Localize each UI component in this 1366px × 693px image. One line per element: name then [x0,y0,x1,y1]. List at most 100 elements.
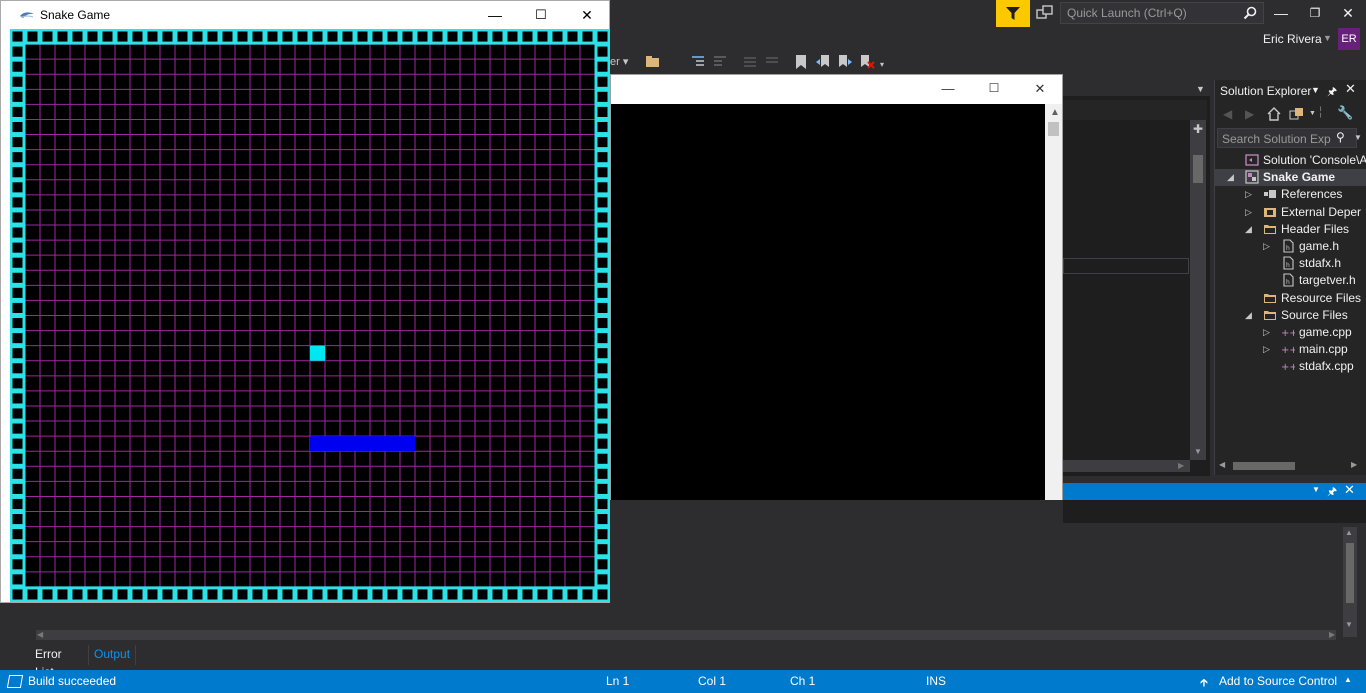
solution-explorer-hscrollbar[interactable]: ◀ ▶ [1215,460,1366,472]
next-bookmark-icon[interactable] [837,54,853,70]
wall-cell [579,586,596,602]
status-insert-mode[interactable]: INS [926,674,946,688]
output-options-chevron-icon[interactable]: ▼ [1312,485,1320,494]
solution-search-input[interactable]: Search Solution Exp ⚲ [1217,128,1357,148]
pin-icon[interactable]: 🖈 [1327,83,1337,102]
folder-icon [1263,222,1277,236]
tree-item[interactable]: h targetver.h [1215,272,1366,289]
output-horizontal-scrollbar[interactable] [36,630,1336,640]
output-scroll-up-icon[interactable]: ▲ [1345,528,1353,537]
tab-error-list[interactable]: Error List [30,645,67,679]
bookmark-icon[interactable] [793,54,809,70]
tab-output[interactable]: Output [88,645,137,665]
output-panel-header[interactable]: ▼ 🖈 ✕ [1063,482,1366,500]
tree-item[interactable]: ◢ Snake Game [1215,169,1366,187]
expanded-chevron-icon[interactable]: ◢ [1227,169,1237,186]
source-control-chevron-up-icon[interactable]: ▲ [1344,675,1352,684]
tree-item[interactable]: ◢ Source Files [1215,307,1366,324]
solution-hscroll-thumb[interactable] [1233,462,1295,470]
svg-text:h: h [1286,279,1290,286]
vs-close-button[interactable]: ✕ [1337,4,1359,22]
console-minimize-button[interactable]: — [936,81,960,97]
add-to-source-control-button[interactable]: Add to Source Control [1219,674,1337,688]
solution-explorer-title[interactable]: Solution Explorer [1220,84,1311,98]
chevron-up-icon[interactable]: ▲ [1050,107,1060,118]
collapsed-chevron-icon[interactable]: ▷ [1263,238,1273,255]
split-editor-icon[interactable]: ✚ [1193,122,1203,136]
snake-maximize-button[interactable]: ☐ [527,6,555,24]
filter-button[interactable] [996,0,1030,27]
user-name[interactable]: Eric Rivera [1263,32,1322,46]
output-close-icon[interactable]: ✕ [1344,482,1355,498]
user-menu-chevron-icon[interactable]: ▼ [1323,33,1332,43]
console-close-button[interactable]: ✕ [1028,81,1052,97]
tree-item[interactable]: Solution 'Console\App [1215,152,1366,169]
scroll-left-icon[interactable]: ◀ [1219,460,1225,469]
output-scroll-left-icon[interactable]: ◀ [37,630,43,639]
wall-cell [10,511,26,528]
wrench-icon[interactable]: 🔧 [1337,105,1353,121]
folder-tool-icon[interactable] [645,54,661,70]
search-options-chevron-icon[interactable]: ▼ [1354,133,1362,142]
clear-bookmarks-icon[interactable] [859,54,875,70]
tree-item[interactable]: ++ stdafx.cpp [1215,358,1366,375]
collapsed-chevron-icon[interactable]: ▷ [1245,204,1255,221]
snake-minimize-button[interactable]: — [481,6,509,24]
snake-close-button[interactable]: ✕ [573,6,601,24]
output-scroll-thumb[interactable] [1346,543,1354,603]
uncomment-icon[interactable] [764,54,780,70]
home-icon[interactable] [1267,107,1281,121]
snake-game-window[interactable]: Snake Game — ☐ ✕ [0,0,610,603]
panel-close-icon[interactable]: ✕ [1345,81,1356,97]
switch-views-icon[interactable] [1289,107,1305,121]
feedback-icon[interactable] [1036,5,1054,21]
tree-item[interactable]: Resource Files [1215,290,1366,307]
config-dropdown-fragment[interactable]: er ▾ [610,55,628,68]
editor-navigation-bar[interactable] [1063,100,1207,120]
tree-item[interactable]: ▷ h game.h [1215,238,1366,255]
editor-dropdown-chevron-icon[interactable]: ▼ [1196,84,1205,94]
tree-item[interactable]: h stdafx.h [1215,255,1366,272]
avatar[interactable]: ER [1338,28,1360,50]
panel-options-chevron-icon[interactable]: ▼ [1311,85,1320,95]
console-scrollbar[interactable] [1045,104,1062,559]
back-icon[interactable]: ◀ [1223,107,1232,121]
editor-scroll-thumb[interactable] [1193,155,1203,183]
switch-views-chevron-icon[interactable]: ▼ [1309,110,1316,117]
console-scroll-thumb[interactable] [1048,122,1059,136]
console-window[interactable]: — ☐ ✕ ▲ ▼ [610,74,1063,560]
expanded-chevron-icon[interactable]: ◢ [1245,221,1255,238]
collapsed-chevron-icon[interactable]: ▷ [1263,341,1273,358]
tree-item-label: References [1281,187,1343,202]
tree-item[interactable]: ▷ External Deper [1215,204,1366,221]
vs-minimize-button[interactable]: — [1270,4,1292,22]
output-scroll-down-icon[interactable]: ▼ [1345,620,1353,629]
expanded-chevron-icon[interactable]: ◢ [1245,307,1255,324]
status-char: Ch 1 [790,674,816,688]
indent-icon[interactable] [690,54,706,70]
forward-icon[interactable]: ▶ [1245,107,1254,121]
prev-bookmark-icon[interactable] [815,54,831,70]
tree-item[interactable]: ▷ ++ main.cpp [1215,341,1366,358]
output-scroll-right-icon[interactable]: ▶ [1329,630,1335,639]
scroll-down-icon[interactable]: ▼ [1194,447,1202,456]
wall-cell [10,420,26,437]
collapsed-chevron-icon[interactable]: ▷ [1245,186,1255,203]
tree-item-label: stdafx.cpp [1299,359,1354,374]
console-maximize-button[interactable]: ☐ [982,81,1006,97]
upload-arrow-icon[interactable]: 🡱 [1200,674,1208,693]
quick-launch-input[interactable]: Quick Launch (Ctrl+Q) [1060,2,1264,24]
scroll-right-icon[interactable]: ▶ [1178,461,1184,470]
tree-item[interactable]: ▷ References [1215,186,1366,203]
toolbar-overflow-icon[interactable]: ▾ [880,60,884,69]
outdent-icon[interactable] [712,54,728,70]
comment-icon[interactable] [742,54,758,70]
wall-cell [594,375,610,392]
tree-item[interactable]: ▷ ++ game.cpp [1215,324,1366,341]
game-board[interactable] [10,29,610,602]
collapsed-chevron-icon[interactable]: ▷ [1263,324,1273,341]
scroll-right-icon[interactable]: ▶ [1351,460,1357,469]
tree-item[interactable]: ◢ Header Files [1215,221,1366,238]
vs-restore-button[interactable]: ❐ [1304,4,1326,22]
editor-horizontal-scrollbar[interactable] [1063,460,1190,472]
